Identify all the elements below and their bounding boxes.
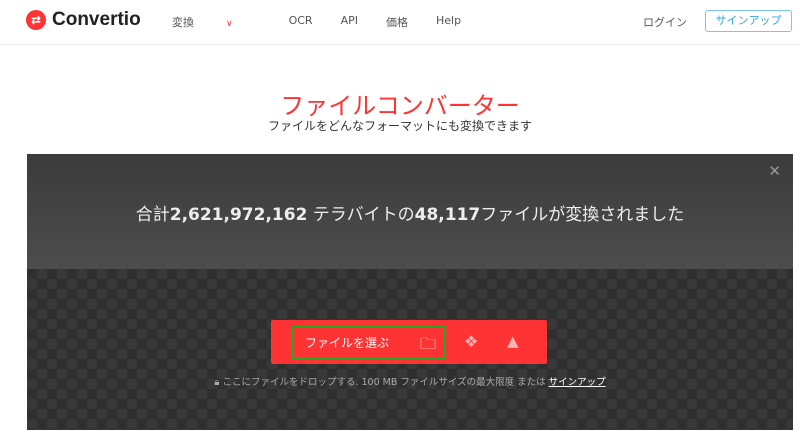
nav-pricing[interactable]: 価格 [386,14,408,30]
stats-suffix: ファイルが変換されました [480,205,685,225]
stats-prefix: 合計 [135,205,170,225]
logo-text: Convertio [52,9,141,30]
page-subtitle: ファイルをどんなフォーマットにも変換できます [267,119,532,133]
folder-search-icon: 🗀 [419,334,436,353]
choose-files-label: ファイルを選ぶ [305,335,390,350]
nav-help[interactable]: Help [436,14,461,30]
file-picker-bar: ファイルを選ぶ 🗀 ❖ ▲ [271,320,547,364]
upload-panel: ✕ 合計2,621,972,162 テラバイトの48,117ファイルが変換されま… [27,154,793,430]
nav-ocr[interactable]: OCR [289,14,313,30]
signup-link[interactable]: サインアップ [549,377,606,388]
nav-convert-label: 変換 [172,16,194,29]
page-title: ファイルコンバーター [280,92,520,120]
drop-hint-text: ここにファイルをドロップする. 100 MB ファイルサイズの最大限度 または [222,377,549,388]
nav-convert[interactable]: 変換 ∨ [172,14,261,30]
stats-mid: テラバイトの [307,205,415,225]
main-nav: 変換 ∨ OCR API 価格 Help [172,14,489,30]
login-link[interactable]: ログイン [643,14,687,30]
stats-terabytes: 2,621,972,162 [169,205,308,225]
stats-files: 48,117 [414,205,481,225]
close-icon[interactable]: ✕ [768,162,781,180]
conversion-stats: 合計2,621,972,162 テラバイトの48,117ファイルが変換されました [27,200,793,225]
signup-button[interactable]: サインアップ [705,10,792,32]
dropbox-icon[interactable]: ❖ [464,332,478,351]
choose-files-button[interactable]: ファイルを選ぶ 🗀 [291,325,446,359]
top-header: ⇄ Convertio 変換 ∨ OCR API 価格 Help ログイン サイン… [0,0,800,45]
nav-api[interactable]: API [341,14,358,30]
convertio-logo-icon: ⇄ [26,10,46,30]
google-drive-icon[interactable]: ▲ [507,332,519,350]
logo[interactable]: ⇄ Convertio [26,9,141,31]
drop-hint: 🔒︎ ここにファイルをドロップする. 100 MB ファイルサイズの最大限度 ま… [27,374,793,388]
chevron-down-icon: ∨ [226,19,233,29]
